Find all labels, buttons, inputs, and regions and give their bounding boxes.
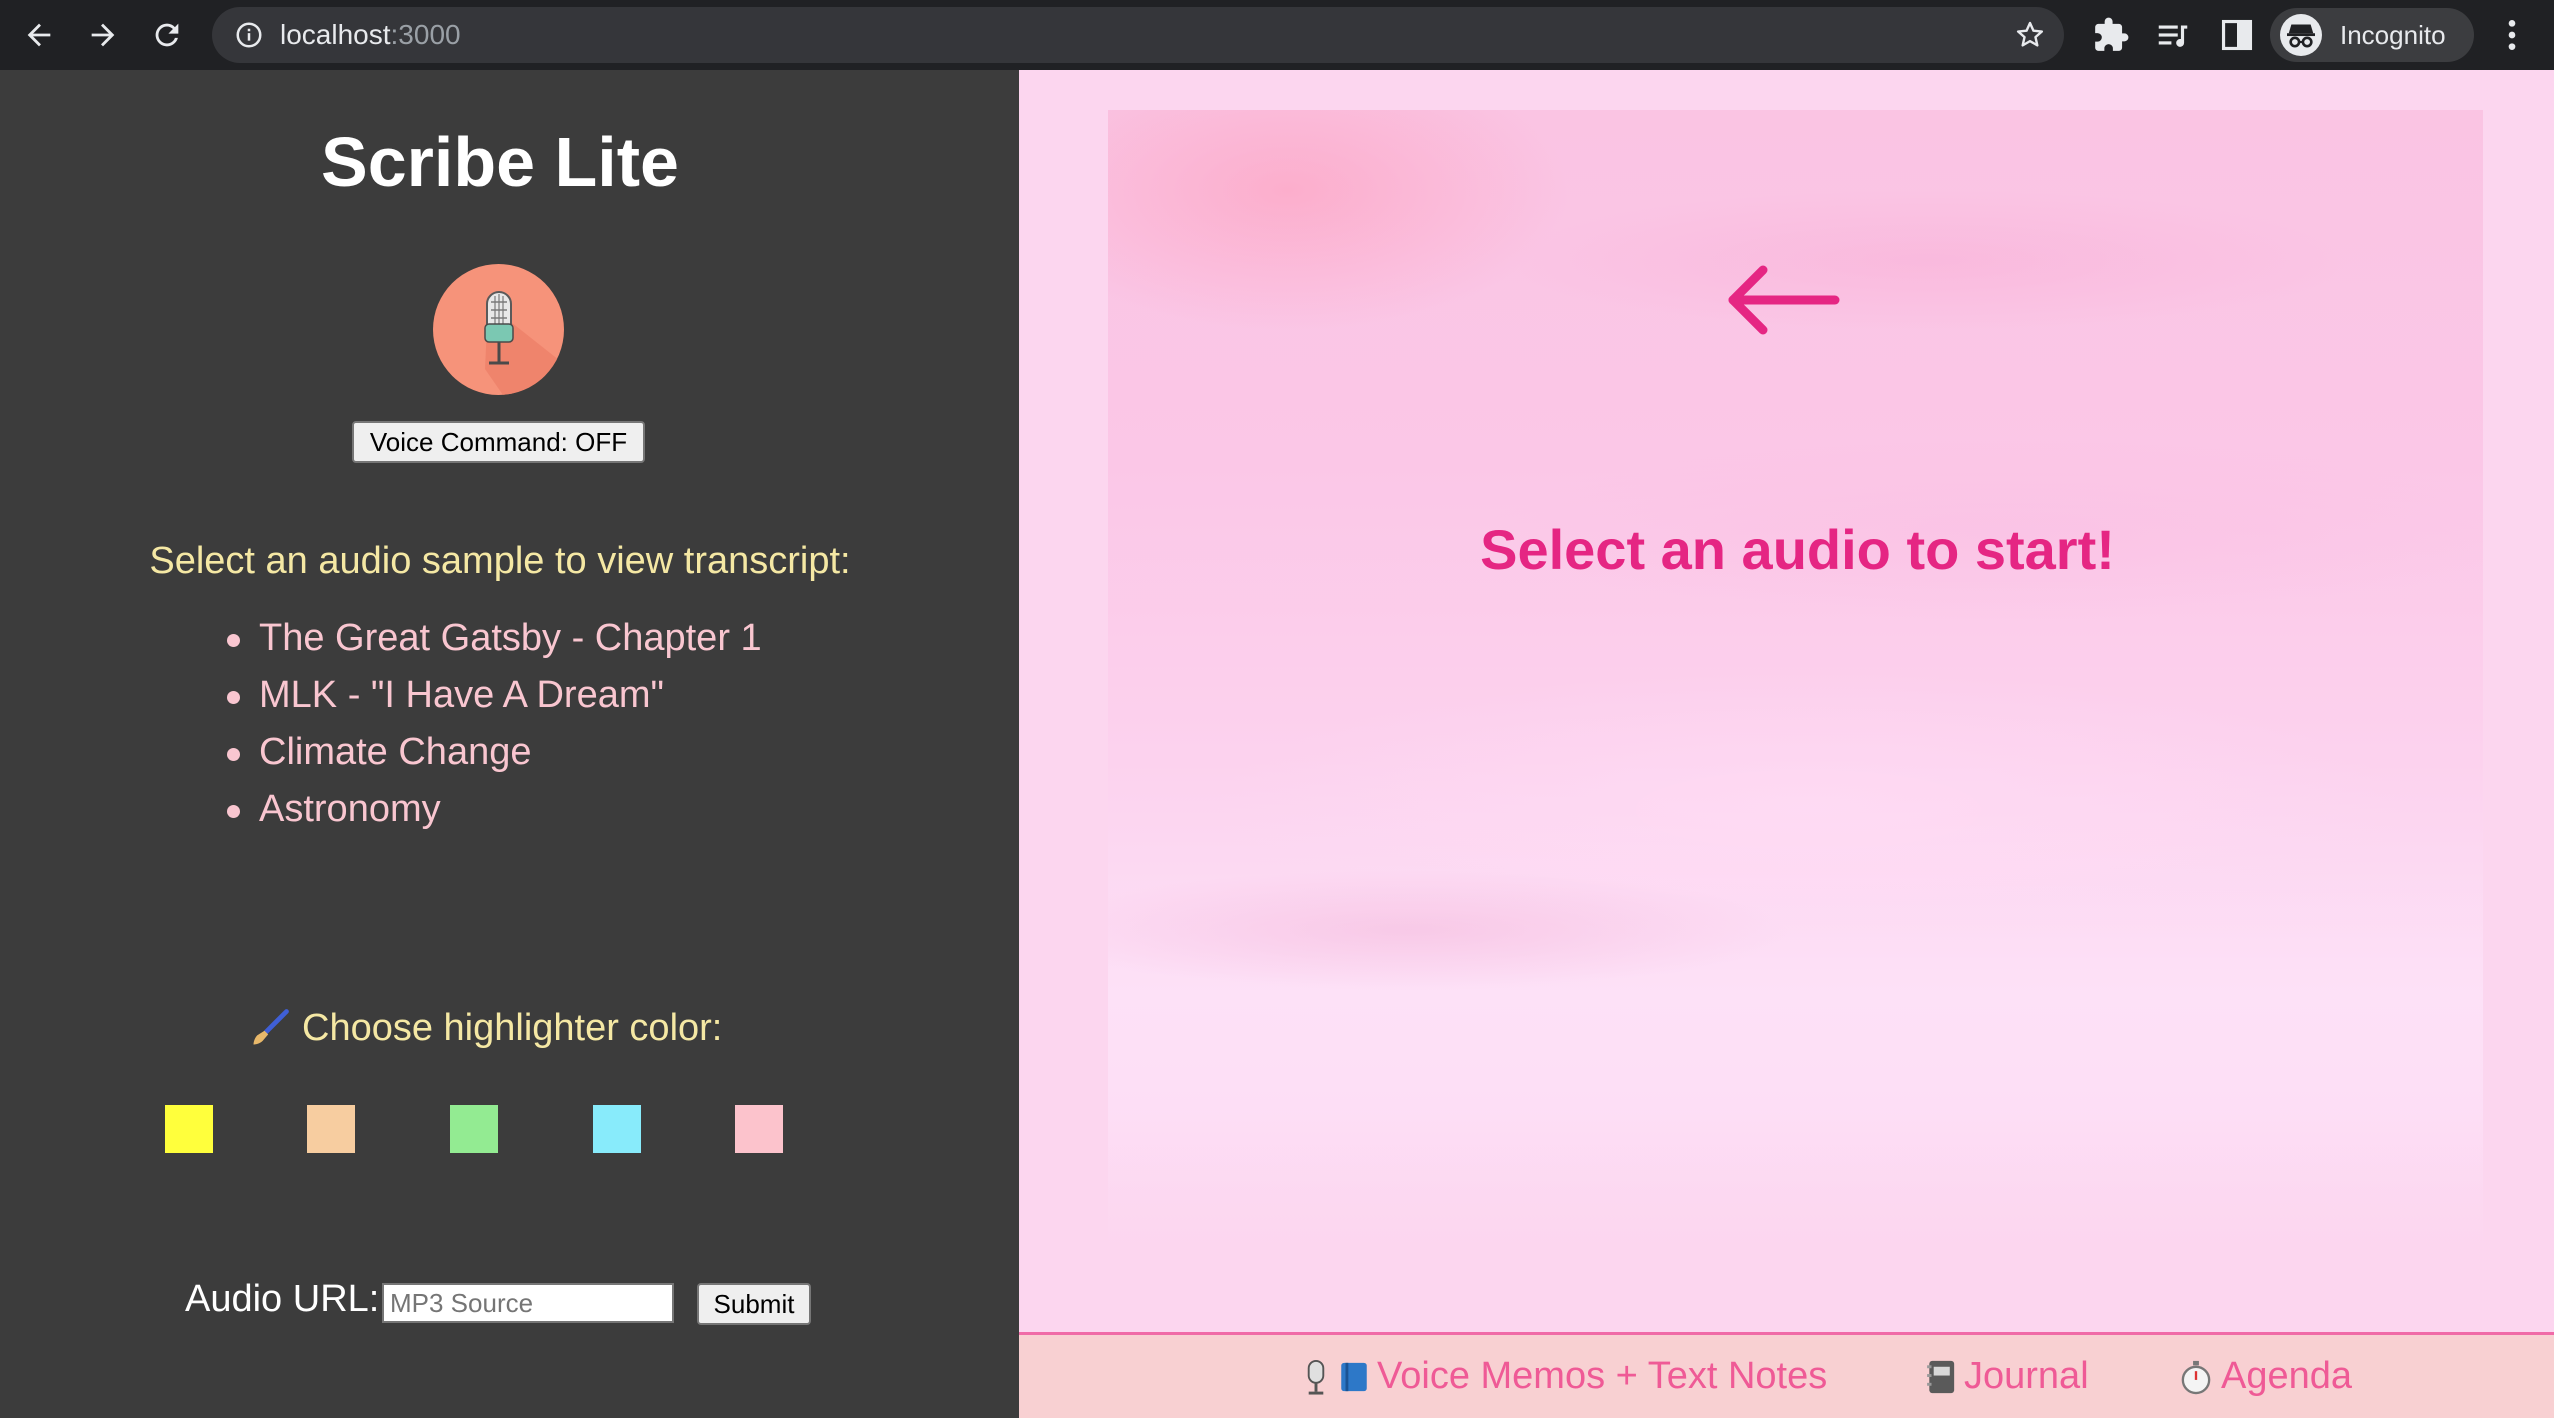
incognito-icon: [2280, 14, 2322, 56]
nav-agenda-label: Agenda: [2221, 1355, 2353, 1397]
left-arrow-icon: [1728, 265, 1840, 335]
swatch-green[interactable]: [450, 1105, 498, 1153]
sample-list: The Great Gatsby - Chapter 1 MLK - "I Ha…: [225, 610, 762, 838]
microphone-icon: [484, 291, 564, 395]
incognito-label: Incognito: [2340, 20, 2446, 50]
page: localhost:3000 Incognito Scribe Lite Voi…: [0, 0, 2554, 1418]
nav-voice-memos[interactable]: Voice Memos + Text Notes: [1301, 1335, 1827, 1418]
nav-voice-memos-label: Voice Memos + Text Notes: [1377, 1355, 1828, 1397]
paintbrush-icon: [253, 1009, 289, 1045]
audio-url-label: Audio URL:: [185, 1278, 380, 1320]
sidebar: Scribe Lite Voice Command: OFF Select an…: [0, 70, 1019, 1418]
sky-fade: [1108, 1110, 2483, 1310]
bullet: [227, 748, 240, 761]
star-icon[interactable]: [2014, 19, 2046, 51]
submit-button[interactable]: Submit: [697, 1283, 811, 1325]
notebook-icon: [1927, 1360, 1955, 1393]
browser-toolbar: localhost:3000 Incognito: [0, 0, 2554, 70]
microphone-button[interactable]: [433, 264, 564, 395]
info-icon[interactable]: [234, 20, 264, 50]
incognito-badge[interactable]: Incognito: [2270, 8, 2474, 62]
sample-label: Astronomy: [259, 788, 441, 830]
swatch-pink[interactable]: [735, 1105, 783, 1153]
swatch-cyan[interactable]: [593, 1105, 641, 1153]
audio-url-input[interactable]: [382, 1283, 674, 1323]
reload-icon[interactable]: [146, 14, 188, 56]
swatch-peach[interactable]: [307, 1105, 355, 1153]
sample-item-climate[interactable]: Climate Change: [225, 724, 762, 781]
menu-icon[interactable]: [2492, 14, 2532, 56]
start-prompt: Select an audio to start!: [1480, 518, 2115, 581]
book-icon: [1341, 1362, 1367, 1391]
highlighter-heading-text: Choose highlighter color:: [302, 1006, 723, 1049]
extensions-icon[interactable]: [2092, 16, 2130, 54]
back-icon[interactable]: [18, 14, 60, 56]
transcript-area: Select an audio to start!: [1019, 70, 2554, 1332]
highlighter-heading: Choose highlighter color:: [248, 1006, 722, 1050]
stopwatch-icon: [2181, 1360, 2211, 1394]
url-text: localhost:3000: [280, 7, 461, 63]
url-host: localhost: [280, 19, 391, 50]
nav-journal[interactable]: Journal: [1924, 1335, 2089, 1418]
side-panel-icon[interactable]: [2218, 16, 2256, 54]
swatch-yellow[interactable]: [165, 1105, 213, 1153]
sample-label: Climate Change: [259, 731, 532, 773]
samples-heading: Select an audio sample to view transcrip…: [149, 540, 851, 582]
bullet: [227, 691, 240, 704]
app-title: Scribe Lite: [321, 123, 679, 201]
footer-nav: Voice Memos + Text Notes Journal Agenda: [1019, 1332, 2554, 1418]
forward-icon[interactable]: [82, 14, 124, 56]
bullet: [227, 805, 240, 818]
microphone-icon: [1307, 1359, 1325, 1395]
voice-command-toggle[interactable]: Voice Command: OFF: [352, 421, 645, 463]
sample-item-gatsby[interactable]: The Great Gatsby - Chapter 1: [225, 610, 762, 667]
url-port: :3000: [390, 19, 461, 50]
sample-item-astronomy[interactable]: Astronomy: [225, 781, 762, 838]
nav-journal-label: Journal: [1964, 1355, 2089, 1397]
sample-label: MLK - "I Have A Dream": [259, 674, 664, 716]
address-bar[interactable]: localhost:3000: [212, 7, 2064, 63]
reading-list-icon[interactable]: [2154, 16, 2192, 54]
nav-agenda[interactable]: Agenda: [2177, 1335, 2352, 1418]
sample-item-mlk[interactable]: MLK - "I Have A Dream": [225, 667, 762, 724]
bullet: [227, 634, 240, 647]
sample-label: The Great Gatsby - Chapter 1: [259, 617, 762, 659]
